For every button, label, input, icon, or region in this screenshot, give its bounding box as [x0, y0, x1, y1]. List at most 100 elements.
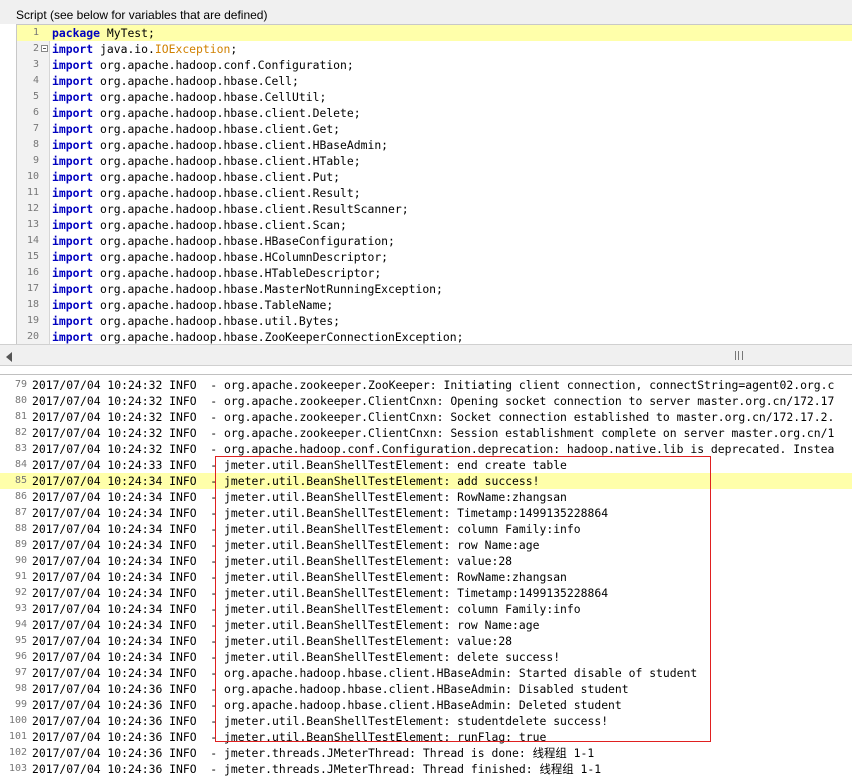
code-text: import java.io.IOException;: [52, 42, 238, 56]
code-text: import org.apache.hadoop.hbase.client.De…: [52, 106, 361, 120]
log-line-number: 86: [14, 491, 27, 502]
code-text: import org.apache.hadoop.hbase.HBaseConf…: [52, 234, 395, 248]
line-number: 7: [32, 123, 39, 134]
log-line-number: 81: [14, 411, 27, 422]
code-line[interactable]: 16 import org.apache.hadoop.hbase.HTableD…: [17, 265, 852, 281]
code-line[interactable]: 2 import java.io.IOException;: [17, 41, 852, 57]
code-text: import org.apache.hadoop.hbase.HColumnDe…: [52, 250, 389, 264]
code-text: import org.apache.hadoop.hbase.client.Ge…: [52, 122, 341, 136]
code-text: import org.apache.hadoop.hbase.client.Re…: [52, 202, 409, 216]
log-line-number: 79: [14, 379, 27, 390]
code-text: import org.apache.hadoop.hbase.CellUtil;: [52, 90, 327, 104]
log-line[interactable]: 81 2017/07/04 10:24:32 INFO - org.apache.…: [0, 409, 852, 425]
code-text: import org.apache.hadoop.hbase.util.Byte…: [52, 314, 341, 328]
log-line[interactable]: 80 2017/07/04 10:24:32 INFO - org.apache.…: [0, 393, 852, 409]
line-number: 17: [26, 283, 39, 294]
log-line-number: 93: [14, 603, 27, 614]
code-text: import org.apache.hadoop.hbase.Cell;: [52, 74, 299, 88]
log-line-number: 90: [14, 555, 27, 566]
log-line-number: 103: [8, 763, 27, 774]
code-line[interactable]: 7 import org.apache.hadoop.hbase.client.G…: [17, 121, 852, 137]
code-line[interactable]: 4 import org.apache.hadoop.hbase.Cell;: [17, 73, 852, 89]
log-text: 2017/07/04 10:24:32 INFO - org.apache.ha…: [32, 442, 835, 456]
log-line-number: 83: [14, 443, 27, 454]
log-line-number: 89: [14, 539, 27, 550]
log-line-number: 95: [14, 635, 27, 646]
code-text: package MyTest;: [52, 26, 155, 40]
log-line-number: 91: [14, 571, 27, 582]
code-line[interactable]: 14 import org.apache.hadoop.hbase.HBaseCo…: [17, 233, 852, 249]
code-text: import org.apache.hadoop.hbase.HTableDes…: [52, 266, 382, 280]
line-number: 6: [32, 107, 39, 118]
log-line-number: 87: [14, 507, 27, 518]
code-line[interactable]: 5 import org.apache.hadoop.hbase.CellUtil…: [17, 89, 852, 105]
code-line[interactable]: 3 import org.apache.hadoop.conf.Configura…: [17, 57, 852, 73]
horizontal-scrollbar[interactable]: [0, 344, 852, 366]
log-line-number: 100: [8, 715, 27, 726]
code-line[interactable]: 13 import org.apache.hadoop.hbase.client.…: [17, 217, 852, 233]
line-number: 9: [32, 155, 39, 166]
code-line[interactable]: 9 import org.apache.hadoop.hbase.client.H…: [17, 153, 852, 169]
log-line[interactable]: 82 2017/07/04 10:24:32 INFO - org.apache.…: [0, 425, 852, 441]
log-line-number: 99: [14, 699, 27, 710]
log-line-number: 80: [14, 395, 27, 406]
code-text: import org.apache.hadoop.conf.Configurat…: [52, 58, 354, 72]
code-text: import org.apache.hadoop.hbase.client.Pu…: [52, 170, 341, 184]
line-number: 14: [26, 235, 39, 246]
code-line[interactable]: 18 import org.apache.hadoop.hbase.TableNa…: [17, 297, 852, 313]
line-number: 10: [26, 171, 39, 182]
code-line[interactable]: 8 import org.apache.hadoop.hbase.client.H…: [17, 137, 852, 153]
minus-box-icon[interactable]: [41, 45, 48, 52]
code-line[interactable]: 10 import org.apache.hadoop.hbase.client.…: [17, 169, 852, 185]
selection-highlight-box: [215, 456, 711, 742]
code-line[interactable]: 12 import org.apache.hadoop.hbase.client.…: [17, 201, 852, 217]
code-text: import org.apache.hadoop.hbase.client.HB…: [52, 138, 389, 152]
log-line[interactable]: 79 2017/07/04 10:24:32 INFO - org.apache.…: [0, 377, 852, 393]
arrow-left-icon[interactable]: [6, 352, 12, 362]
code-line[interactable]: 6 import org.apache.hadoop.hbase.client.D…: [17, 105, 852, 121]
code-line[interactable]: 20 import org.apache.hadoop.hbase.ZooKeep…: [17, 329, 852, 345]
code-text: import org.apache.hadoop.hbase.ZooKeeper…: [52, 330, 464, 344]
log-line-number: 88: [14, 523, 27, 534]
grip-icon[interactable]: [735, 351, 743, 360]
code-line[interactable]: 11 import org.apache.hadoop.hbase.client.…: [17, 185, 852, 201]
code-text: import org.apache.hadoop.hbase.client.Sc…: [52, 218, 347, 232]
code-line[interactable]: 19 import org.apache.hadoop.hbase.util.By…: [17, 313, 852, 329]
code-line[interactable]: 15 import org.apache.hadoop.hbase.HColumn…: [17, 249, 852, 265]
line-number: 13: [26, 219, 39, 230]
script-editor[interactable]: 1 package MyTest; 2 import java.io.IOExcept…: [16, 24, 852, 345]
log-line-number: 84: [14, 459, 27, 470]
log-line-number: 94: [14, 619, 27, 630]
log-text: 2017/07/04 10:24:32 INFO - org.apache.zo…: [32, 378, 835, 392]
log-line[interactable]: 102 2017/07/04 10:24:36 INFO - jmeter.thr…: [0, 745, 852, 761]
code-text: import org.apache.hadoop.hbase.client.HT…: [52, 154, 361, 168]
line-number: 12: [26, 203, 39, 214]
log-text: 2017/07/04 10:24:36 INFO - jmeter.thread…: [32, 746, 595, 760]
log-line-number: 98: [14, 683, 27, 694]
log-text: 2017/07/04 10:24:32 INFO - org.apache.zo…: [32, 394, 835, 408]
line-number: 3: [32, 59, 39, 70]
line-number: 1: [32, 27, 39, 38]
log-line-number: 97: [14, 667, 27, 678]
line-number: 15: [26, 251, 39, 262]
log-text: 2017/07/04 10:24:32 INFO - org.apache.zo…: [32, 426, 835, 440]
line-number: 2: [32, 43, 39, 54]
line-number: 20: [26, 331, 39, 342]
line-number: 18: [26, 299, 39, 310]
line-number: 11: [26, 187, 39, 198]
log-line-number: 102: [8, 747, 27, 758]
line-number: 5: [32, 91, 39, 102]
log-line[interactable]: 83 2017/07/04 10:24:32 INFO - org.apache.…: [0, 441, 852, 457]
line-number: 16: [26, 267, 39, 278]
code-line[interactable]: 17 import org.apache.hadoop.hbase.MasterN…: [17, 281, 852, 297]
log-line[interactable]: 103 2017/07/04 10:24:36 INFO - jmeter.thr…: [0, 761, 852, 777]
log-line-number: 101: [8, 731, 27, 742]
code-text: import org.apache.hadoop.hbase.client.Re…: [52, 186, 361, 200]
log-line-number: 85: [14, 475, 27, 486]
code-text: import org.apache.hadoop.hbase.MasterNot…: [52, 282, 443, 296]
code-text: import org.apache.hadoop.hbase.TableName…: [52, 298, 334, 312]
log-line-number: 96: [14, 651, 27, 662]
line-number: 4: [32, 75, 39, 86]
log-text: 2017/07/04 10:24:36 INFO - jmeter.thread…: [32, 762, 602, 776]
code-line[interactable]: 1 package MyTest;: [17, 25, 852, 41]
